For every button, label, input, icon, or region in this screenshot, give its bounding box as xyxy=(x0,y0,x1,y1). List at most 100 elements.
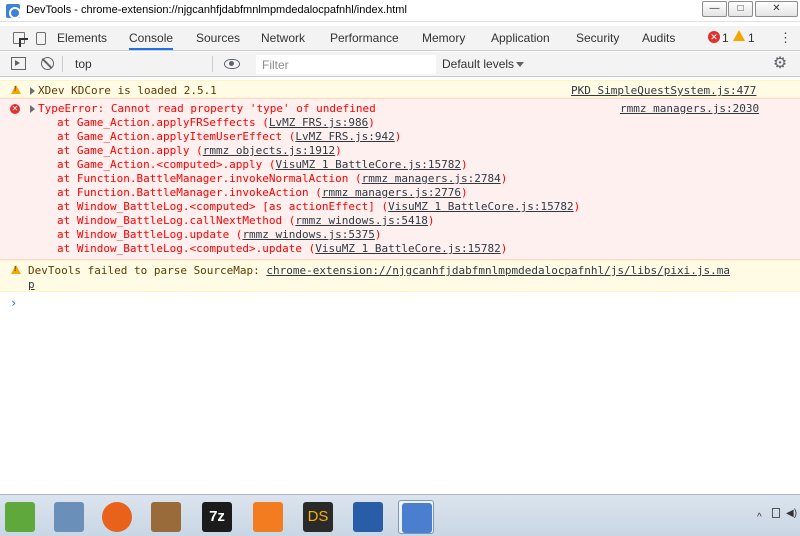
stack-end: ) xyxy=(368,116,375,129)
stack-frame: at Game_Action.apply (rmmz objects.js:19… xyxy=(57,144,342,157)
stack-fn: at Game_Action.<computed>.apply ( xyxy=(57,158,276,171)
error-text: TypeError: Cannot read property 'type' o… xyxy=(38,102,376,115)
sourcemap-link-wrap[interactable]: p xyxy=(28,278,35,291)
stack-fn: at Game_Action.applyFRSeffects ( xyxy=(57,116,269,129)
stack-end: ) xyxy=(394,130,402,143)
window-title: DevTools - chrome-extension://njgcanhfjd… xyxy=(26,4,407,16)
sourcemap-link[interactable]: chrome-extension://njgcanhfjdabfmnlmpmde… xyxy=(266,264,730,277)
context-selector[interactable]: top xyxy=(67,54,244,74)
show-sidebar-icon[interactable] xyxy=(11,57,26,70)
error-count-icon[interactable]: ✕ xyxy=(708,31,720,43)
stack-fn: at Function.BattleManager.invokeNormalAc… xyxy=(57,172,362,185)
stack-link[interactable]: LvMZ FRS.js:986 xyxy=(269,116,368,129)
source-link[interactable]: PKD SimpleQuestSystem.js:477 xyxy=(571,84,756,97)
device-toolbar-icon[interactable] xyxy=(36,32,46,45)
toolbar-divider xyxy=(62,56,63,72)
stack-fn: at Game_Action.applyItemUserEffect ( xyxy=(57,130,296,143)
castle-app-icon[interactable] xyxy=(51,500,87,534)
stack-frame: at Game_Action.applyFRSeffects (LvMZ FRS… xyxy=(57,116,375,129)
stack-fn: at Window_BattleLog.update ( xyxy=(57,228,243,241)
firefox-icon[interactable] xyxy=(99,500,135,534)
stack-end: ) xyxy=(460,186,468,199)
tab-performance[interactable]: Performance xyxy=(330,26,399,50)
tab-console[interactable]: Console xyxy=(129,26,174,50)
chevron-down-icon[interactable] xyxy=(516,62,524,67)
expand-arrow-icon[interactable] xyxy=(30,87,35,95)
log-levels-dropdown[interactable]: Default levels xyxy=(442,54,514,74)
error-count[interactable]: 1 xyxy=(722,31,729,45)
close-button[interactable]: ✕ xyxy=(755,1,798,17)
inspect-element-icon[interactable] xyxy=(13,32,25,44)
stack-link[interactable]: rmmz objects.js:1912 xyxy=(203,144,335,157)
tab-application[interactable]: Application xyxy=(491,26,550,50)
tab-audits[interactable]: Audits xyxy=(642,26,675,50)
live-expression-eye-icon[interactable] xyxy=(224,59,240,69)
filter-input[interactable] xyxy=(256,55,436,74)
tab-security[interactable]: Security xyxy=(576,26,619,50)
stack-frame: at Function.BattleManager.invokeAction (… xyxy=(57,186,468,199)
tray-expand-icon[interactable]: ^ xyxy=(757,512,762,523)
console-toolbar: top Default levels ⚙ xyxy=(0,52,800,77)
maximize-button[interactable]: □ xyxy=(728,1,753,17)
sourcemap-warning-text: DevTools failed to parse SourceMap: xyxy=(28,264,267,277)
stack-frame: at Window_BattleLog.update (rmmz windows… xyxy=(57,228,382,241)
stack-frame: at Window_BattleLog.<computed>.update (V… xyxy=(57,242,507,255)
toolbar-divider xyxy=(212,56,213,72)
console-prompt[interactable]: › xyxy=(10,296,17,310)
stack-frame: at Window_BattleLog.<computed> [as actio… xyxy=(57,200,580,213)
window-title-bar: DevTools - chrome-extension://njgcanhfjd… xyxy=(0,0,800,22)
console-message-warning[interactable]: XDev KDCore is loaded 2.5.1 PKD SimpleQu… xyxy=(0,80,800,98)
stack-end: ) xyxy=(460,158,468,171)
volume-icon[interactable]: ◀) xyxy=(786,508,797,519)
ds-label: DS xyxy=(303,502,333,532)
console-output[interactable]: XDev KDCore is loaded 2.5.1 PKD SimpleQu… xyxy=(0,78,800,494)
stack-link[interactable]: VisuMZ 1 BattleCore.js:15782 xyxy=(276,158,461,171)
tab-sources[interactable]: Sources xyxy=(196,26,240,50)
7zip-icon[interactable]: 7z xyxy=(199,500,235,534)
stack-link[interactable]: VisuMZ 1 BattleCore.js:15782 xyxy=(315,242,500,255)
tab-memory[interactable]: Memory xyxy=(422,26,465,50)
stack-end: ) xyxy=(374,228,382,241)
7zip-label: 7z xyxy=(202,502,232,532)
clear-console-icon[interactable] xyxy=(41,57,54,70)
console-message-warning[interactable]: DevTools failed to parse SourceMap: chro… xyxy=(0,260,800,292)
game-app-icon[interactable] xyxy=(148,500,184,534)
xampp-icon[interactable] xyxy=(250,500,286,534)
stack-fn: at Window_BattleLog.callNextMethod ( xyxy=(57,214,296,227)
error-icon: ✕ xyxy=(10,104,20,114)
stack-fn: at Window_BattleLog.<computed> [as actio… xyxy=(57,200,389,213)
message-text: DevTools failed to parse SourceMap: chro… xyxy=(28,264,730,277)
warning-icon xyxy=(11,265,21,274)
stack-link[interactable]: rmmz managers.js:2784 xyxy=(362,172,501,185)
stack-link[interactable]: rmmz managers.js:2776 xyxy=(322,186,461,199)
tab-network[interactable]: Network xyxy=(261,26,305,50)
notepad-plus-icon[interactable] xyxy=(2,500,38,534)
ds-icon[interactable]: DS xyxy=(300,500,336,534)
network-icon[interactable] xyxy=(772,508,780,518)
windows-taskbar: 7z DS ^ ◀) xyxy=(0,494,800,536)
message-text: XDev KDCore is loaded 2.5.1 xyxy=(38,84,217,97)
stack-link[interactable]: rmmz windows.js:5375 xyxy=(242,228,374,241)
stack-link[interactable]: LvMZ FRS.js:942 xyxy=(295,130,394,143)
expand-arrow-icon[interactable] xyxy=(30,105,35,113)
warning-count[interactable]: 1 xyxy=(748,31,755,45)
stack-link[interactable]: VisuMZ 1 BattleCore.js:15782 xyxy=(388,200,573,213)
stack-end: ) xyxy=(500,242,508,255)
gear-icon[interactable]: ⚙ xyxy=(772,56,788,72)
stack-end: ) xyxy=(427,214,435,227)
devtools-active-icon[interactable] xyxy=(398,500,434,534)
console-message-error[interactable]: ✕ TypeError: Cannot read property 'type'… xyxy=(0,98,800,260)
warning-count-icon[interactable] xyxy=(733,30,745,41)
warning-icon xyxy=(11,85,21,94)
stack-link[interactable]: rmmz windows.js:5418 xyxy=(295,214,427,227)
stack-end: ) xyxy=(500,172,508,185)
devtools-icon[interactable] xyxy=(350,500,386,534)
stack-end: ) xyxy=(573,200,581,213)
stack-fn: at Function.BattleManager.invokeAction ( xyxy=(57,186,322,199)
more-options-icon[interactable]: ⋮ xyxy=(779,31,792,45)
tab-elements[interactable]: Elements xyxy=(57,26,107,50)
source-link[interactable]: rmmz managers.js:2030 xyxy=(620,102,759,115)
minimize-button[interactable]: — xyxy=(702,1,727,17)
stack-fn: at Window_BattleLog.<computed>.update ( xyxy=(57,242,316,255)
stack-fn: at Game_Action.apply ( xyxy=(57,144,203,157)
